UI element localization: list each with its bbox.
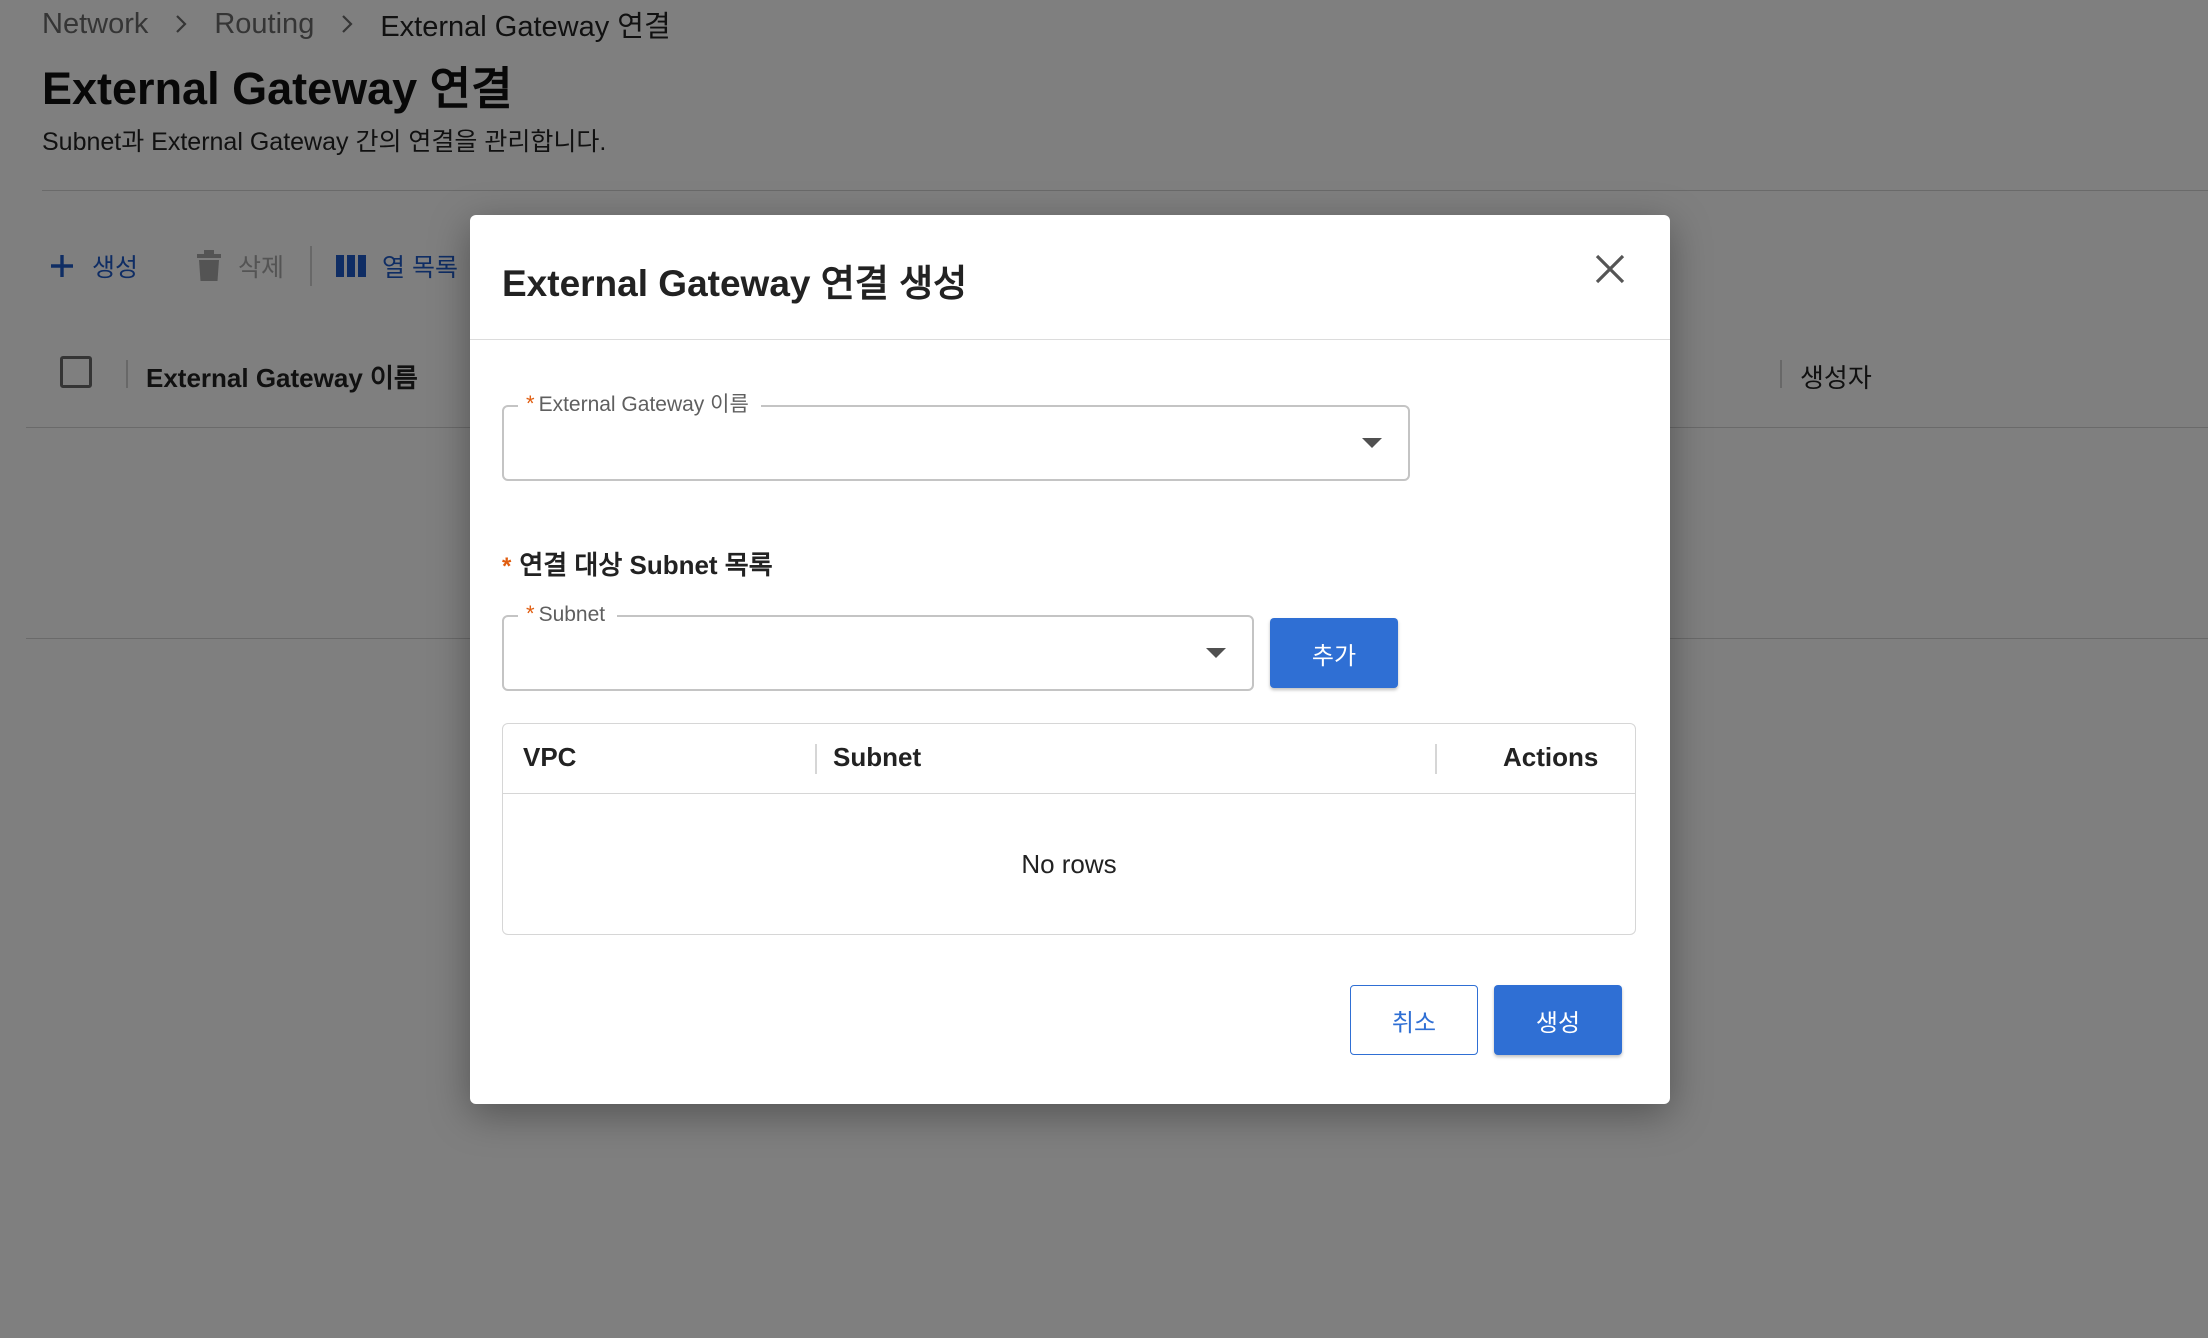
subnet-list-label: * 연결 대상 Subnet 목록: [502, 545, 773, 582]
gateway-name-label: * External Gateway 이름: [518, 391, 761, 418]
add-subnet-button[interactable]: 추가: [1270, 618, 1398, 688]
submit-button[interactable]: 생성: [1494, 985, 1622, 1055]
required-mark: *: [502, 553, 512, 580]
gateway-name-label-text: External Gateway 이름: [538, 393, 749, 416]
empty-state-text: No rows: [1021, 848, 1117, 879]
caret-down-icon: [1206, 648, 1226, 658]
gateway-name-select[interactable]: * External Gateway 이름: [502, 391, 1410, 481]
dialog-title: External Gateway 연결 생성: [502, 263, 968, 304]
column-header-vpc[interactable]: VPC: [523, 742, 576, 773]
create-connection-dialog: External Gateway 연결 생성 * External Gateway…: [470, 215, 1670, 1104]
cancel-button[interactable]: 취소: [1350, 985, 1478, 1055]
subnet-list-label-text: 연결 대상 Subnet 목록: [519, 550, 773, 580]
subnet-table-header: VPC Subnet Actions: [503, 724, 1635, 794]
column-separator[interactable]: [1435, 744, 1437, 774]
subnet-select[interactable]: * Subnet: [502, 601, 1254, 691]
column-separator[interactable]: [815, 744, 817, 774]
dialog-header: External Gateway 연결 생성: [470, 215, 1670, 340]
column-header-actions: Actions: [1503, 742, 1599, 772]
subnet-label: * Subnet: [518, 601, 618, 628]
close-icon: [1595, 254, 1625, 289]
required-mark: *: [526, 391, 535, 416]
column-header-subnet[interactable]: Subnet: [833, 742, 921, 773]
subnet-table: VPC Subnet Actions No rows: [502, 723, 1636, 935]
close-button[interactable]: [1590, 251, 1630, 291]
caret-down-icon: [1362, 438, 1382, 448]
subnet-label-text: Subnet: [538, 603, 606, 626]
required-mark: *: [526, 601, 535, 626]
